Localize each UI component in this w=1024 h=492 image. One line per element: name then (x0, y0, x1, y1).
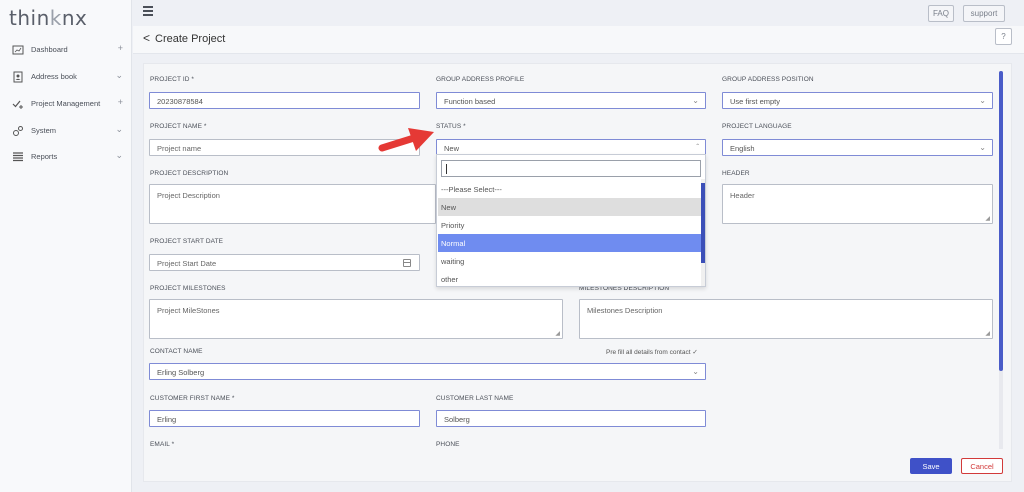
expand-icon: + (117, 97, 123, 107)
chevron-down-icon: ⌄ (115, 70, 123, 80)
sidebar-item-label: Reports (31, 152, 58, 161)
project-description-label: PROJECT DESCRIPTION (150, 170, 229, 177)
chevron-down-icon: ⌄ (979, 96, 986, 105)
resize-grip-icon[interactable]: ◢ (985, 215, 990, 222)
milestones-description-textarea[interactable]: Milestones Description ◢ (579, 299, 993, 339)
sidebar: thinknx Dashboard + Address book ⌄ Proje… (0, 0, 132, 492)
resize-grip-icon[interactable]: ◢ (555, 330, 560, 337)
page-header: < Create Project ? (133, 26, 1024, 54)
save-button[interactable]: Save (910, 458, 952, 474)
faq-button[interactable]: FAQ (928, 5, 954, 22)
prefill-from-contact-link[interactable]: Pre fill all details from contact ✓ (606, 348, 698, 356)
project-language-label: PROJECT LANGUAGE (722, 123, 792, 130)
header-label: HEADER (722, 170, 750, 177)
address-book-icon (13, 71, 23, 83)
help-button[interactable]: ? (995, 28, 1012, 45)
project-language-value: English (730, 144, 755, 153)
contact-name-value: Erling Solberg (157, 368, 205, 377)
dashboard-icon (12, 45, 24, 55)
status-option-hovered[interactable]: New (438, 198, 702, 216)
customer-last-name-input[interactable]: Solberg (436, 410, 706, 427)
form-scroll-thumb[interactable] (999, 71, 1003, 371)
sidebar-item-label: Dashboard (31, 45, 68, 54)
reports-icon (13, 152, 23, 162)
project-start-date-placeholder: Project Start Date (157, 259, 217, 268)
sidebar-item-label: System (31, 126, 57, 135)
customer-first-name-label: CUSTOMER FIRST NAME * (150, 395, 235, 402)
milestones-description-placeholder: Milestones Description (587, 306, 663, 315)
project-id-input[interactable]: 20230878584 (149, 92, 420, 109)
sidebar-item-label: Address book (31, 72, 77, 81)
project-management-icon (12, 100, 23, 109)
group-address-profile-value: Function based (444, 97, 496, 106)
group-address-position-value: Use first empty (730, 97, 781, 106)
project-description-textarea[interactable]: Project Description (149, 184, 436, 224)
phone-label: PHONE (436, 441, 460, 448)
back-arrow-icon[interactable]: < (143, 31, 150, 45)
status-option[interactable]: Priority (438, 216, 702, 234)
form-scrollbar[interactable] (999, 71, 1003, 449)
status-option[interactable]: waiting (438, 252, 702, 270)
cancel-button[interactable]: Cancel (961, 458, 1003, 474)
project-milestones-label: PROJECT MILESTONES (150, 285, 226, 292)
project-description-placeholder: Project Description (157, 191, 220, 200)
calendar-icon[interactable] (403, 259, 411, 267)
contact-name-select[interactable]: Erling Solberg ⌄ (149, 363, 706, 380)
page-title: Create Project (155, 33, 226, 45)
group-address-profile-label: GROUP ADDRESS PROFILE (436, 76, 525, 83)
resize-grip-icon[interactable]: ◢ (985, 330, 990, 337)
status-value: New (444, 144, 460, 153)
chevron-down-icon: ⌄ (979, 143, 986, 152)
chevron-down-icon: ⌄ (692, 367, 699, 376)
group-address-position-select[interactable]: Use first empty ⌄ (722, 92, 993, 109)
dropdown-scrollbar[interactable] (701, 179, 705, 286)
project-name-label: PROJECT NAME * (150, 123, 207, 130)
hamburger-menu-icon[interactable] (143, 6, 153, 16)
project-start-date-input[interactable]: Project Start Date (149, 254, 420, 271)
sidebar-item-dashboard[interactable]: Dashboard + (0, 39, 132, 61)
chevron-down-icon: ⌄ (692, 96, 699, 105)
email-label: EMAIL * (150, 441, 175, 448)
group-address-profile-select[interactable]: Function based ⌄ (436, 92, 706, 109)
header-textarea[interactable]: Header ◢ (722, 184, 993, 224)
group-address-position-label: GROUP ADDRESS POSITION (722, 76, 814, 83)
text-cursor (446, 164, 447, 174)
status-option-selected[interactable]: Normal (438, 234, 702, 252)
sidebar-item-address-book[interactable]: Address book ⌄ (0, 66, 132, 88)
customer-last-name-label: CUSTOMER LAST NAME (436, 395, 514, 402)
project-language-select[interactable]: English ⌄ (722, 139, 993, 156)
project-start-date-label: PROJECT START DATE (150, 238, 224, 245)
header-placeholder: Header (730, 191, 755, 200)
system-icon (13, 126, 23, 136)
chevron-down-icon: ⌄ (115, 150, 123, 160)
project-milestones-placeholder: Project MileStones (157, 306, 220, 315)
annotation-arrow-icon (378, 128, 434, 152)
status-option[interactable]: ---Please Select--- (438, 180, 702, 198)
customer-first-name-input[interactable]: Erling (149, 410, 420, 427)
status-search-input[interactable] (441, 160, 701, 177)
sidebar-item-label: Project Management (31, 99, 101, 108)
thinknx-logo[interactable]: thinknx (9, 6, 87, 30)
chevron-up-icon: ˆ (696, 143, 699, 152)
project-id-label: PROJECT ID * (150, 76, 195, 83)
sidebar-item-project-management[interactable]: Project Management + (0, 93, 132, 115)
status-option[interactable]: other (438, 270, 702, 288)
status-dropdown-list: ---Please Select--- New Priority Normal … (436, 154, 706, 287)
support-button[interactable]: support (963, 5, 1005, 22)
project-milestones-textarea[interactable]: Project MileStones ◢ (149, 299, 563, 339)
chevron-down-icon: ⌄ (115, 124, 123, 134)
status-label: STATUS * (436, 123, 466, 130)
sidebar-item-reports[interactable]: Reports ⌄ (0, 146, 132, 168)
expand-icon: + (117, 43, 123, 53)
contact-name-label: CONTACT NAME (150, 348, 203, 355)
top-bar: FAQ support (133, 0, 1024, 26)
sidebar-item-system[interactable]: System ⌄ (0, 120, 132, 142)
dropdown-scroll-thumb[interactable] (701, 183, 705, 263)
